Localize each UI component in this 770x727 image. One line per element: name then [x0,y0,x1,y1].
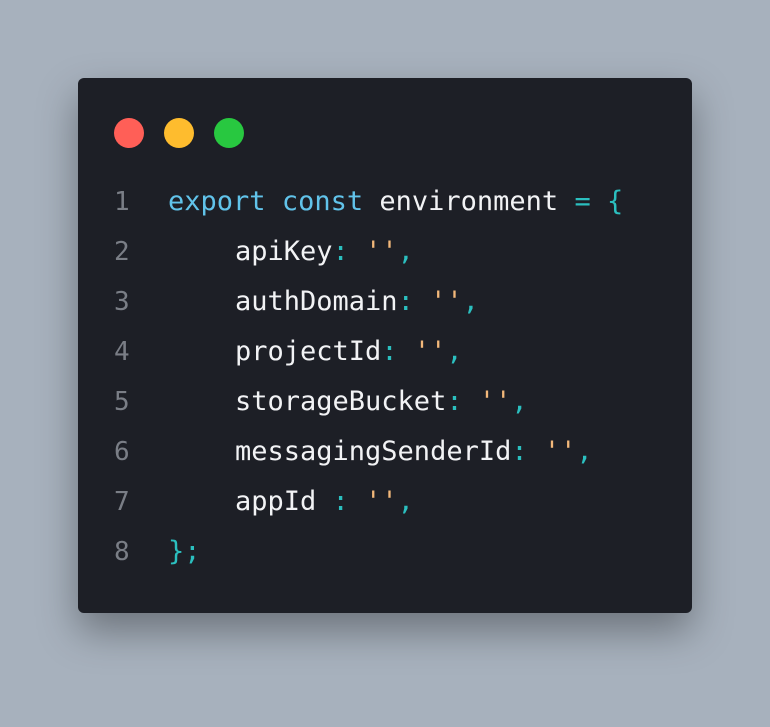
code-line: 6 messagingSenderId: '', [78,427,692,477]
line-content: storageBucket: '', [168,377,528,427]
comma-token: , [576,436,593,467]
property-key: messagingSenderId [235,436,512,467]
colon-token: : [381,336,398,367]
identifier-token: environment [379,186,559,217]
comma-token: , [397,236,414,267]
minimize-button[interactable] [164,118,194,148]
code-window: 1 export const environment = { 2 apiKey:… [78,78,692,613]
line-content: authDomain: '', [168,277,479,327]
property-key: projectId [235,336,382,367]
line-number: 1 [114,187,130,217]
line-number: 2 [114,237,130,267]
line-number: 6 [114,437,130,467]
string-value: '' [478,386,512,417]
line-number: 4 [114,337,130,367]
code-line: 3 authDomain: '', [78,277,692,327]
comma-token: , [446,336,463,367]
colon-token: : [332,236,349,267]
maximize-button[interactable] [214,118,244,148]
code-line: 1 export const environment = { [78,177,692,227]
colon-token: : [316,486,349,517]
line-content: apiKey: '', [168,227,414,277]
property-key: appId [235,486,317,517]
comma-token: , [511,386,528,417]
line-number: 8 [114,537,130,567]
code-line: 7 appId : '', [78,477,692,527]
comma-token: , [397,486,414,517]
property-key: authDomain [235,286,398,317]
code-line: 8 }; [78,527,692,577]
colon-token: : [511,436,528,467]
keyword-token: const [281,186,364,217]
string-value: '' [543,436,577,467]
line-content: messagingSenderId: '', [168,427,593,477]
brace-token: { [606,186,624,217]
keyword-token: export [168,186,266,217]
closing-brace-token: }; [168,536,201,567]
close-button[interactable] [114,118,144,148]
line-number: 3 [114,287,130,317]
colon-token: : [446,386,463,417]
line-number: 5 [114,387,130,417]
code-line: 4 projectId: '', [78,327,692,377]
colon-token: : [397,286,414,317]
line-content: }; [168,527,201,577]
code-block: 1 export const environment = { 2 apiKey:… [78,177,692,577]
string-value: '' [365,486,398,517]
code-line: 5 storageBucket: '', [78,377,692,427]
comma-token: , [462,286,479,317]
line-content: export const environment = { [168,177,623,227]
operator-token: = [574,186,591,217]
string-value: '' [365,236,398,267]
line-content: projectId: '', [168,327,463,377]
string-value: '' [430,286,463,317]
string-value: '' [413,336,447,367]
line-number: 7 [114,487,130,517]
line-content: appId : '', [168,477,414,527]
code-line: 2 apiKey: '', [78,227,692,277]
property-key: storageBucket [235,386,447,417]
property-key: apiKey [235,236,333,267]
